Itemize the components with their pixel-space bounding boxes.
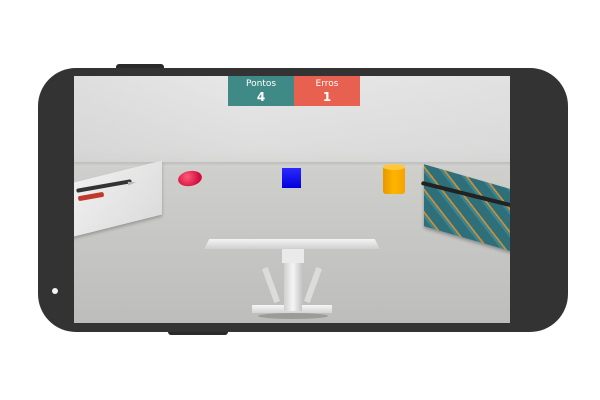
errors-counter: Erros 1 [294, 76, 360, 106]
errors-label: Erros [315, 79, 339, 89]
phone-camera-icon [52, 288, 58, 294]
yellow-cylinder-target[interactable] [383, 166, 405, 194]
points-value: 4 [256, 90, 266, 104]
red-sphere-target[interactable] [176, 169, 204, 188]
catapult-arm[interactable] [204, 239, 380, 249]
catapult-post [284, 261, 302, 311]
catapult-brace-right [304, 267, 322, 303]
yellow-cylinder-top [383, 164, 405, 170]
blue-cube-target[interactable] [282, 168, 301, 188]
catapult-shadow [258, 313, 328, 319]
catapult[interactable] [202, 231, 382, 323]
points-label: Pontos [245, 79, 277, 89]
catapult-brace-left [262, 267, 280, 303]
ar-game-view[interactable]: Pontos 4 Erros 1 [74, 76, 510, 323]
errors-value: 1 [322, 90, 332, 104]
notebook-left [74, 160, 162, 242]
points-counter: Pontos 4 [228, 76, 294, 106]
notebook-right [424, 164, 510, 258]
